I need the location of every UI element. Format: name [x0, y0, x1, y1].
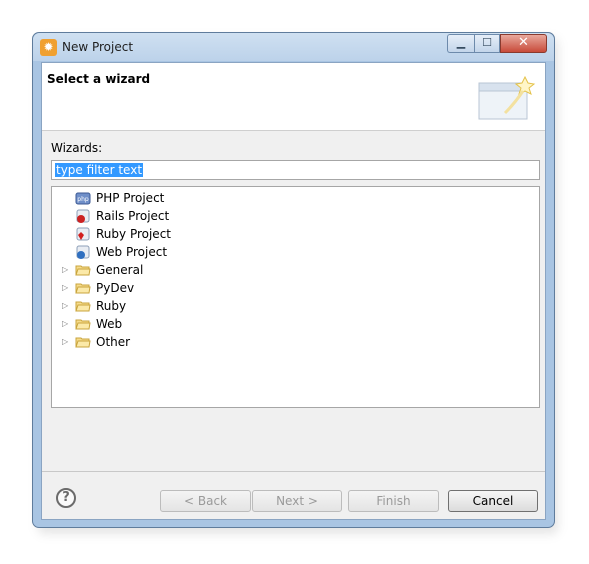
tree-item-label: Other [96, 335, 131, 349]
maximize-icon: ☐ [482, 36, 492, 49]
eclipse-app-icon: ✹ [40, 39, 57, 56]
tree-item-label: Ruby Project [96, 227, 171, 241]
filter-input[interactable]: type filter text [51, 160, 540, 180]
tree-item-label: PyDev [96, 281, 135, 295]
folder-icon [75, 283, 91, 294]
wizard-tree[interactable]: php PHP Project Rails Project Ruby Proje… [51, 186, 540, 408]
wizard-header: Select a wizard [42, 63, 545, 131]
title-bar[interactable]: ✹ New Project ▁ ☐ ✕ [33, 33, 554, 61]
folder-icon [75, 265, 91, 276]
wizard-banner-icon [478, 75, 536, 120]
tree-item-label: PHP Project [96, 191, 165, 205]
cancel-button[interactable]: Cancel [448, 490, 538, 512]
folder-icon [75, 319, 91, 330]
expand-arrow-icon[interactable]: ▷ [62, 279, 72, 297]
filter-text: type filter text [55, 163, 144, 177]
next-button[interactable]: Next > [252, 490, 342, 512]
help-button[interactable]: ? [56, 488, 76, 508]
folder-icon [75, 301, 91, 312]
tree-item-label: Web [96, 317, 123, 331]
new-project-dialog: ✹ New Project ▁ ☐ ✕ Select a wizard Wiza… [32, 32, 555, 528]
expand-arrow-icon[interactable]: ▷ [62, 315, 72, 333]
ruby-project-icon [76, 227, 90, 241]
rails-project-icon [76, 209, 90, 223]
expand-arrow-icon[interactable]: ▷ [62, 261, 72, 279]
tree-item-label: Ruby [96, 299, 127, 313]
expand-arrow-icon[interactable]: ▷ [62, 333, 72, 351]
tree-item-label: General [96, 263, 144, 277]
help-icon: ? [62, 490, 70, 505]
page-title: Select a wizard [47, 72, 151, 86]
window-title: New Project [62, 40, 134, 54]
folder-icon [75, 337, 91, 348]
tree-item-label: Web Project [96, 245, 168, 259]
maximize-button[interactable]: ☐ [474, 34, 500, 53]
back-button[interactable]: < Back [160, 490, 251, 512]
expand-arrow-icon[interactable]: ▷ [62, 297, 72, 315]
button-bar-divider [42, 471, 545, 472]
finish-button[interactable]: Finish [348, 490, 439, 512]
wizards-label: Wizards: [51, 141, 103, 155]
close-icon: ✕ [518, 35, 529, 50]
tree-item-label: Rails Project [96, 209, 170, 223]
web-project-icon [76, 245, 90, 259]
close-button[interactable]: ✕ [500, 34, 547, 53]
minimize-icon: ▁ [456, 36, 466, 49]
php-project-icon: php [75, 192, 91, 205]
dialog-body: Select a wizard Wizards: type filter tex… [41, 62, 546, 520]
minimize-button[interactable]: ▁ [447, 34, 474, 53]
svg-text:php: php [77, 196, 89, 203]
